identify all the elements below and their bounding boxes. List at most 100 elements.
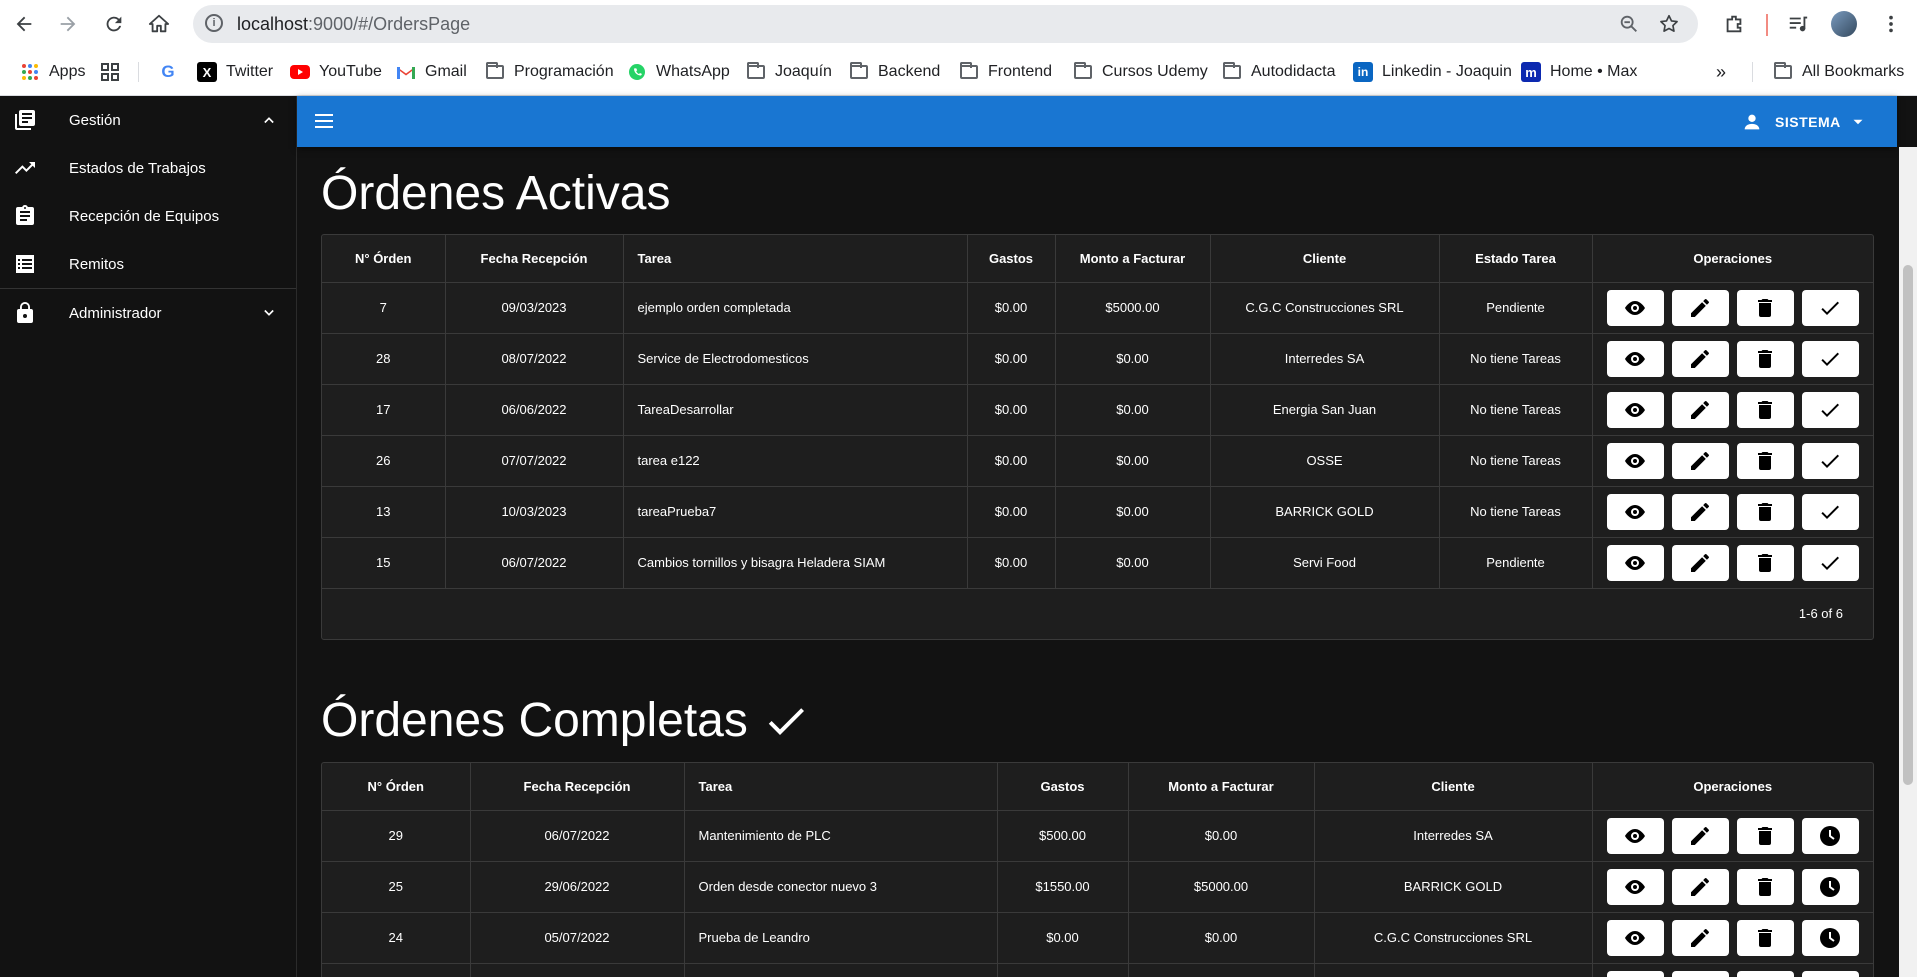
home-icon[interactable] <box>143 8 175 40</box>
page-scrollbar[interactable] <box>1899 147 1917 977</box>
edit-button[interactable] <box>1671 970 1729 977</box>
browser-menu-icon[interactable] <box>1875 8 1907 40</box>
bookmark-star-icon[interactable] <box>1658 13 1680 40</box>
view-button[interactable] <box>1606 970 1664 977</box>
edit-button[interactable] <box>1671 868 1729 905</box>
delete-button[interactable] <box>1736 340 1794 377</box>
edit-button[interactable] <box>1671 442 1729 479</box>
extensions-icon[interactable] <box>1718 8 1750 40</box>
back-icon[interactable] <box>8 8 40 40</box>
trash-icon <box>1753 824 1777 848</box>
view-button[interactable] <box>1606 391 1664 428</box>
column-header[interactable]: Cliente <box>1314 763 1593 811</box>
menu-icon[interactable] <box>312 109 336 133</box>
column-header[interactable]: Monto a Facturar <box>1055 235 1211 283</box>
bookmark-grid[interactable] <box>100 60 129 84</box>
info-icon[interactable]: i <box>205 14 223 32</box>
view-button[interactable] <box>1606 919 1664 956</box>
sidebar-item-gestion[interactable]: Gestión <box>0 96 296 144</box>
reopen-button[interactable] <box>1801 970 1859 977</box>
delete-button[interactable] <box>1736 817 1794 854</box>
more-bookmarks-button[interactable]: » <box>1716 60 1726 84</box>
reopen-button[interactable] <box>1801 919 1859 956</box>
bookmark-apps[interactable]: Apps <box>20 60 85 84</box>
column-header[interactable]: Gastos <box>997 763 1129 811</box>
reopen-button[interactable] <box>1801 817 1859 854</box>
bookmark-whatsapp[interactable]: WhatsApp <box>627 60 730 84</box>
operations-cell <box>1592 963 1873 977</box>
bookmark-backend[interactable]: Backend <box>849 60 940 84</box>
sidebar-item-administrador[interactable]: Administrador <box>0 289 296 337</box>
column-header[interactable]: Gastos <box>967 235 1056 283</box>
bookmark-home-max[interactable]: m Home • Max <box>1521 60 1637 84</box>
bookmark-frontend[interactable]: Frontend <box>959 60 1052 84</box>
delete-button[interactable] <box>1736 544 1794 581</box>
column-header: Operaciones <box>1592 763 1873 811</box>
scrollbar-thumb[interactable] <box>1903 265 1913 785</box>
browser-toolbar: i localhost:9000/#/OrdersPage <box>0 0 1917 49</box>
complete-button[interactable] <box>1801 289 1859 326</box>
delete-button[interactable] <box>1736 493 1794 530</box>
reopen-button[interactable] <box>1801 868 1859 905</box>
delete-button[interactable] <box>1736 919 1794 956</box>
bookmark-twitter[interactable]: X Twitter <box>197 60 273 84</box>
edit-button[interactable] <box>1671 493 1729 530</box>
view-button[interactable] <box>1606 289 1664 326</box>
column-header[interactable]: Cliente <box>1210 235 1440 283</box>
column-header[interactable]: Tarea <box>684 763 998 811</box>
edit-button[interactable] <box>1671 289 1729 326</box>
bookmark-youtube[interactable]: YouTube <box>290 60 382 84</box>
complete-button[interactable] <box>1801 544 1859 581</box>
bookmark-linkedin[interactable]: in Linkedin - Joaquin <box>1353 60 1512 84</box>
column-header[interactable]: Monto a Facturar <box>1128 763 1315 811</box>
media-control-icon[interactable] <box>1782 8 1814 40</box>
bookmark-programacion[interactable]: Programación <box>485 60 614 84</box>
column-header[interactable]: N° Órden <box>322 763 471 811</box>
sidebar: Gestión Estados de Trabajos Recepción de… <box>0 96 297 977</box>
edit-button[interactable] <box>1671 391 1729 428</box>
bookmark-gmail[interactable]: Gmail <box>396 60 467 84</box>
delete-button[interactable] <box>1736 442 1794 479</box>
edit-button[interactable] <box>1671 817 1729 854</box>
column-header[interactable]: Tarea <box>623 235 968 283</box>
sidebar-item-label: Recepción de Equipos <box>69 207 220 225</box>
column-header[interactable]: Estado Tarea <box>1439 235 1593 283</box>
youtube-icon <box>290 62 310 82</box>
sidebar-item-recepcion-de-equipos[interactable]: Recepción de Equipos <box>0 192 296 240</box>
column-header[interactable]: N° Órden <box>322 235 446 283</box>
complete-button[interactable] <box>1801 340 1859 377</box>
chevron-down-icon <box>264 309 274 316</box>
edit-button[interactable] <box>1671 340 1729 377</box>
delete-button[interactable] <box>1736 289 1794 326</box>
view-button[interactable] <box>1606 544 1664 581</box>
edit-button[interactable] <box>1671 919 1729 956</box>
edit-button[interactable] <box>1671 544 1729 581</box>
zoom-icon[interactable] <box>1618 13 1640 40</box>
view-button[interactable] <box>1606 868 1664 905</box>
view-button[interactable] <box>1606 493 1664 530</box>
complete-button[interactable] <box>1801 493 1859 530</box>
reload-icon[interactable] <box>98 8 130 40</box>
view-button[interactable] <box>1606 442 1664 479</box>
complete-button[interactable] <box>1801 391 1859 428</box>
complete-button[interactable] <box>1801 442 1859 479</box>
sidebar-item-estados-de-trabajos[interactable]: Estados de Trabajos <box>0 144 296 192</box>
sidebar-item-remitos[interactable]: Remitos <box>0 240 296 288</box>
view-button[interactable] <box>1606 817 1664 854</box>
all-bookmarks-button[interactable]: All Bookmarks <box>1773 60 1904 84</box>
forward-icon[interactable] <box>52 8 84 40</box>
table-cell: 10/03/2023 <box>445 486 624 538</box>
view-button[interactable] <box>1606 340 1664 377</box>
address-bar[interactable]: i localhost:9000/#/OrdersPage <box>193 5 1698 43</box>
user-menu-button[interactable]: SISTEMA <box>1741 108 1867 136</box>
column-header[interactable]: Fecha Recepción <box>445 235 624 283</box>
column-header[interactable]: Fecha Recepción <box>470 763 685 811</box>
bookmark-joaquin[interactable]: Joaquín <box>746 60 832 84</box>
delete-button[interactable] <box>1736 970 1794 977</box>
delete-button[interactable] <box>1736 391 1794 428</box>
delete-button[interactable] <box>1736 868 1794 905</box>
bookmark-cursos-udemy[interactable]: Cursos Udemy <box>1073 60 1208 84</box>
bookmark-autodidacta[interactable]: Autodidacta <box>1222 60 1336 84</box>
bookmark-google[interactable]: G <box>158 60 187 84</box>
profile-avatar[interactable] <box>1831 11 1857 37</box>
